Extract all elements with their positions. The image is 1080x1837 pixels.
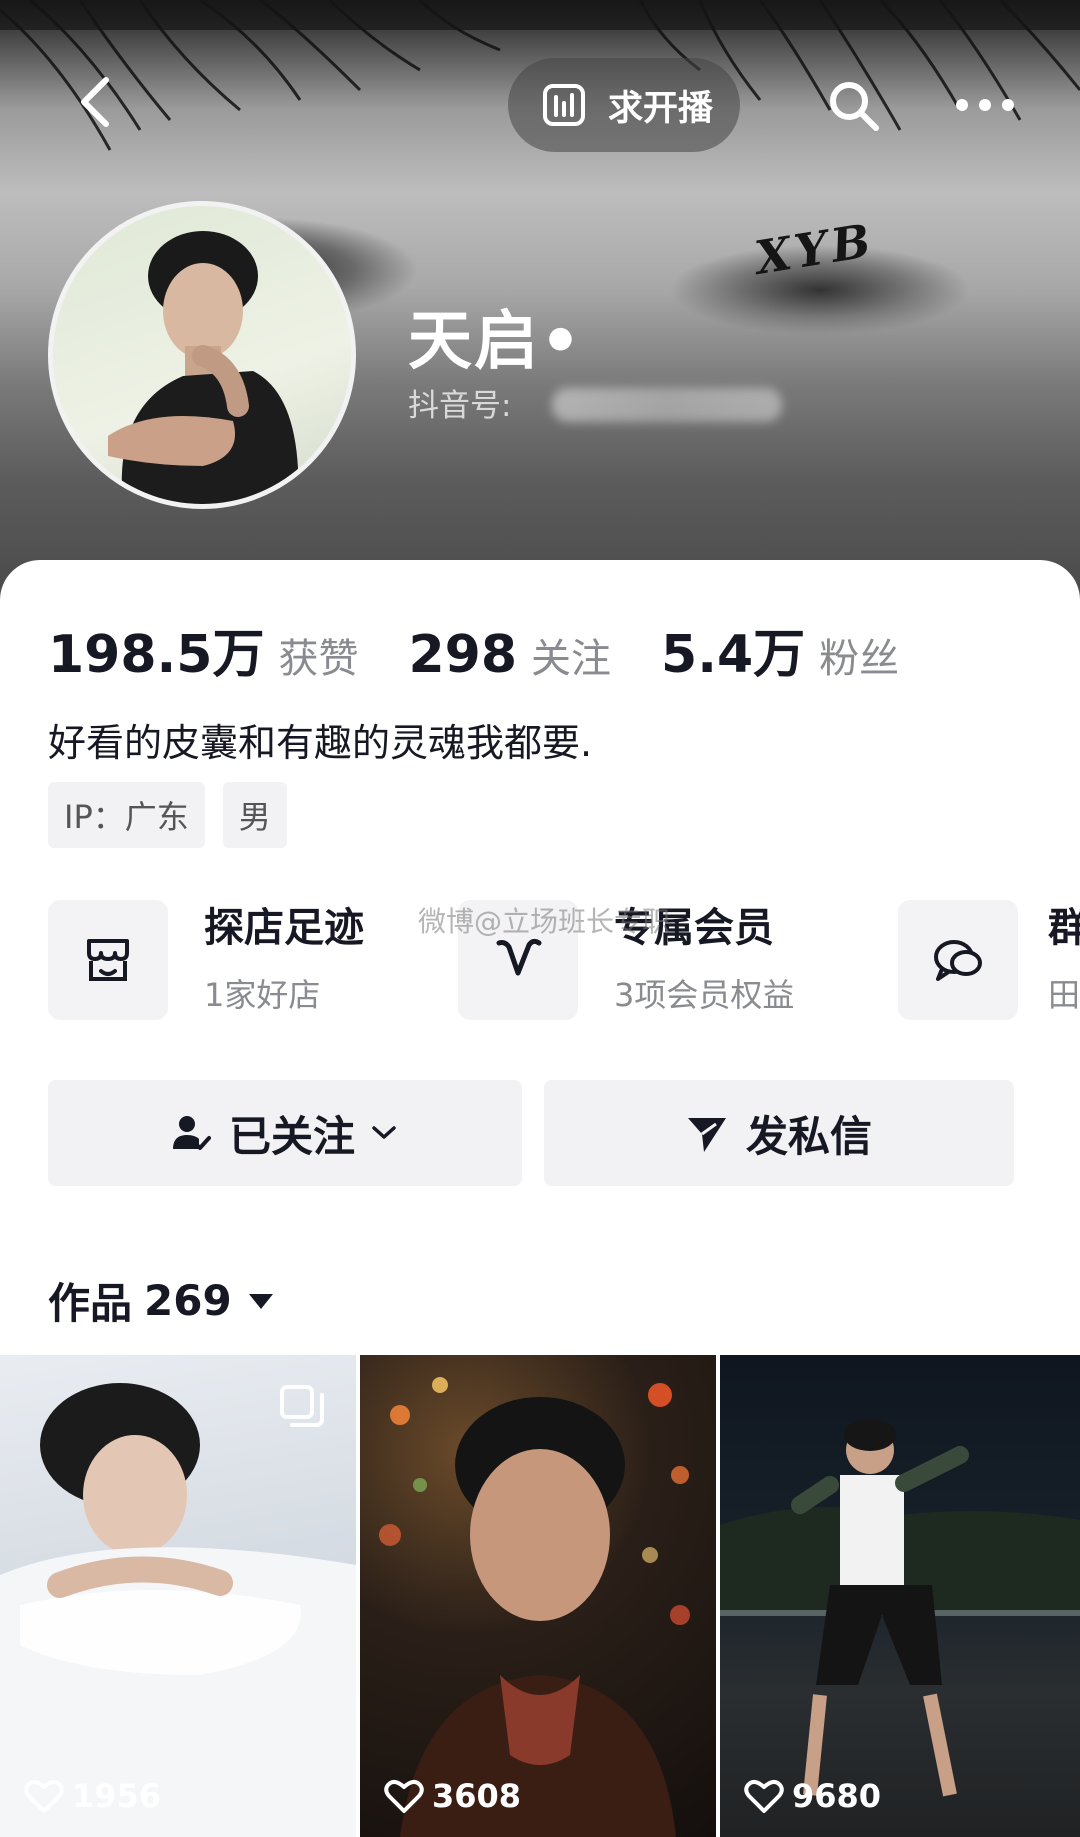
send-paper-plane-icon xyxy=(687,1118,726,1152)
heart-icon xyxy=(744,1780,784,1813)
request-live-button[interactable]: 求开播 xyxy=(508,58,740,152)
work-like-count: 3608 xyxy=(384,1777,521,1815)
followers-label[interactable]: 粉丝 xyxy=(819,626,899,684)
service-group-chat-title: 群 xyxy=(1048,905,1080,951)
followed-label: 已关注 xyxy=(228,1111,355,1161)
shop-icon xyxy=(48,900,168,1020)
profile-stats: 198.5万 获赞 298 关注 5.4万 粉丝 xyxy=(48,612,949,687)
followed-button[interactable]: 已关注 xyxy=(48,1080,522,1186)
profile-bio: 好看的皮囊和有趣的灵魂我都要. xyxy=(48,721,593,765)
likes-count[interactable]: 198.5万 xyxy=(48,612,264,687)
work-like-count: 9680 xyxy=(744,1777,881,1815)
user-followed-icon xyxy=(172,1116,211,1150)
likes-label[interactable]: 获赞 xyxy=(278,626,358,684)
gender-tag: 男 xyxy=(222,782,287,848)
chevron-down-icon xyxy=(372,1126,396,1139)
work-like-value: 9680 xyxy=(792,1777,882,1815)
back-icon[interactable] xyxy=(68,72,128,132)
service-store-visits-subtitle: 1家好店 xyxy=(204,976,321,1014)
profile-nickname: 天启• xyxy=(408,305,583,379)
profile-tags: IP：广东 男 xyxy=(48,782,287,848)
weibo-watermark: 微博@立场班长专职 xyxy=(418,905,671,938)
heart-icon xyxy=(24,1780,64,1813)
banner-xyb-text: XYB xyxy=(751,212,878,286)
service-group-chat-subtitle: 田 xyxy=(1048,976,1080,1014)
send-message-label: 发私信 xyxy=(745,1111,872,1161)
following-label[interactable]: 关注 xyxy=(531,626,611,684)
ip-location-tag: IP：广东 xyxy=(48,782,205,848)
search-icon[interactable] xyxy=(826,78,882,134)
work-like-value: 1956 xyxy=(72,1777,162,1815)
works-count: 269 xyxy=(144,1276,232,1325)
work-thumbnail[interactable]: 3608 xyxy=(360,1355,716,1837)
work-thumbnail-graphic xyxy=(720,1419,1080,1797)
work-like-value: 3608 xyxy=(432,1777,522,1815)
work-thumbnail[interactable]: 9680 xyxy=(720,1355,1080,1837)
live-chart-icon xyxy=(543,84,585,126)
service-membership-subtitle: 3项会员权益 xyxy=(614,976,795,1014)
avatar-portrait-graphic xyxy=(108,231,299,504)
group-chat-icon xyxy=(898,900,1018,1020)
service-store-visits-title: 探店足迹 xyxy=(204,905,364,951)
caret-down-icon xyxy=(248,1293,273,1309)
service-group-chat[interactable]: 群 田 xyxy=(898,900,1080,1020)
douyin-id-obscured xyxy=(552,388,782,422)
more-options-icon[interactable] xyxy=(950,92,1020,118)
heart-icon xyxy=(384,1780,424,1813)
send-message-button[interactable]: 发私信 xyxy=(544,1080,1014,1186)
work-like-count: 1956 xyxy=(24,1777,161,1815)
works-grid: 1956 3608 9680 xyxy=(0,1355,1080,1837)
service-store-visits[interactable]: 探店足迹 1家好店 xyxy=(48,900,364,1020)
multi-image-icon xyxy=(280,1385,324,1427)
works-tab[interactable]: 作品 269 xyxy=(48,1270,274,1331)
request-live-label: 求开播 xyxy=(608,88,714,129)
following-count[interactable]: 298 xyxy=(408,625,517,685)
douyin-id-label: 抖音号: xyxy=(408,388,512,424)
avatar[interactable] xyxy=(48,201,356,509)
works-label: 作品 xyxy=(48,1279,133,1328)
work-thumbnail[interactable]: 1956 xyxy=(0,1355,356,1837)
followers-count[interactable]: 5.4万 xyxy=(661,612,805,687)
work-thumbnail-graphic xyxy=(379,1377,690,1837)
